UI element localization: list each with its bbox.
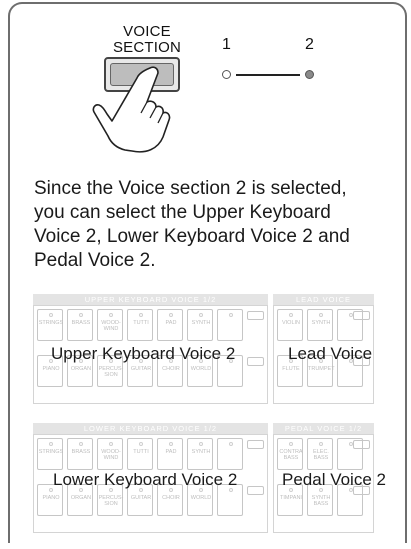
lower-side-button-2[interactable] [247, 486, 264, 495]
lead-top-button-1-led [289, 313, 293, 317]
lower-top-button-1[interactable]: STRINGS [37, 438, 63, 470]
lead-top-button-1[interactable]: VIOLIN [277, 309, 303, 341]
lower-top-button-6[interactable]: SYNTH [187, 438, 213, 470]
upper-top-button-6[interactable]: SYNTH [187, 309, 213, 341]
upper-bottom-button-2-label: ORGAN [70, 366, 92, 372]
upper-top-button-7-led [229, 313, 233, 317]
lower-top-button-6-label: SYNTH [191, 449, 211, 455]
lead-voice-label: Lead Voice [288, 344, 373, 363]
lead-top-button-1-label: VIOLIN [281, 320, 301, 326]
upper-top-button-1-led [49, 313, 53, 317]
lower-top-button-2-led [79, 442, 83, 446]
section-1-led [222, 70, 231, 79]
lower-keyboard-voice-2-label: Lower Keyboard Voice 2 [53, 470, 238, 489]
upper-bottom-button-4-label: GUITAR [130, 366, 152, 372]
led-connector-line [236, 74, 300, 76]
upper-keyboard-voice-2-label: Upper Keyboard Voice 2 [51, 344, 236, 363]
lower-side-button-1[interactable] [247, 440, 264, 449]
lower-top-button-4-label: TUTTI [133, 449, 149, 455]
upper-top-button-6-label: SYNTH [191, 320, 211, 326]
lower-top-button-1-label: STRINGS [38, 449, 64, 455]
lower-bottom-button-3-label: PERCUS-SION [98, 495, 124, 507]
pedal-panel-header: PEDAL VOICE 1/2 [273, 423, 374, 434]
lower-top-button-3[interactable]: WOOD-WIND [97, 438, 123, 470]
upper-bottom-button-1-label: PIANO [42, 366, 60, 372]
lower-bottom-button-5-label: CHOIR [162, 495, 180, 501]
lower-top-button-4[interactable]: TUTTI [127, 438, 153, 470]
voice-section-label-line1: VOICE [123, 23, 171, 40]
lead-top-button-2-led [319, 313, 323, 317]
lower-top-button-6-led [199, 442, 203, 446]
lead-panel-header: LEAD VOICE [273, 294, 374, 305]
pedal-bottom-button-2-label: SYNTH BASS [311, 495, 331, 507]
upper-top-button-4[interactable]: TUTTI [127, 309, 153, 341]
upper-top-button-3-led [109, 313, 113, 317]
lower-bottom-button-2-label: ORGAN [70, 495, 92, 501]
lower-bottom-button-1-label: PIANO [42, 495, 60, 501]
section-2-led [305, 70, 314, 79]
upper-top-button-6-led [199, 313, 203, 317]
lower-top-button-7-led [229, 442, 233, 446]
pedal-top-button-2-label: ELEC. BASS [313, 449, 329, 461]
pedal-side-button-1[interactable] [353, 440, 370, 449]
pedal-voice-2-label: Pedal Voice 2 [282, 470, 386, 489]
upper-bottom-button-6-label: WORLD [190, 366, 212, 372]
lead-bottom-button-1-label: FLUTE [282, 366, 300, 372]
lower-bottom-button-6-label: WORLD [190, 495, 212, 501]
upper-top-button-3[interactable]: WOOD-WIND [97, 309, 123, 341]
upper-side-button-1[interactable] [247, 311, 264, 320]
pointing-hand-icon [92, 66, 171, 153]
upper-top-button-2-label: BRASS [71, 320, 91, 326]
lower-top-button-3-label: WOOD-WIND [101, 449, 121, 461]
pedal-top-button-1[interactable]: CONTRA BASS [277, 438, 303, 470]
pedal-top-button-2[interactable]: ELEC. BASS [307, 438, 333, 470]
lower-top-button-2[interactable]: BRASS [67, 438, 93, 470]
pedal-top-button-1-label: CONTRA BASS [279, 449, 303, 461]
upper-top-button-2-led [79, 313, 83, 317]
lead-bottom-button-2-label: TRUMPET [308, 366, 335, 372]
lead-top-button-2[interactable]: SYNTH [307, 309, 333, 341]
upper-top-button-2[interactable]: BRASS [67, 309, 93, 341]
upper-top-button-5-label: PAD [165, 320, 177, 326]
lower-top-button-5-label: PAD [165, 449, 177, 455]
lower-top-button-1-led [49, 442, 53, 446]
voice-section-label-line2: SECTION [112, 39, 182, 56]
upper-panel-header: UPPER KEYBOARD VOICE 1/2 [33, 294, 268, 305]
upper-top-button-5-led [169, 313, 173, 317]
pedal-bottom-button-1-label: TIMPANI [280, 495, 302, 501]
illustration-stage: VOICE SECTION 1 2 Since the Voice sectio… [0, 0, 411, 549]
caption-text: Since the Voice section 2 is selected, y… [34, 178, 350, 271]
lower-top-button-4-led [139, 442, 143, 446]
lower-top-button-3-led [109, 442, 113, 446]
upper-top-button-1-label: STRINGS [38, 320, 64, 326]
upper-side-button-2[interactable] [247, 357, 264, 366]
upper-top-button-5[interactable]: PAD [157, 309, 183, 341]
lower-top-button-7[interactable] [217, 438, 243, 470]
lower-top-button-2-label: BRASS [71, 449, 91, 455]
lower-panel-header: LOWER KEYBOARD VOICE 1/2 [33, 423, 268, 434]
lead-top-button-2-label: SYNTH [311, 320, 331, 326]
upper-bottom-button-3-label: PERCUS-SION [98, 366, 124, 378]
pedal-top-button-1-led [289, 442, 293, 446]
voice-section-label: VOICE SECTION [94, 24, 200, 56]
lead-side-button-1[interactable] [353, 311, 370, 320]
lower-bottom-button-4-label: GUITAR [130, 495, 152, 501]
section-number-2: 2 [305, 36, 314, 53]
upper-top-button-4-label: TUTTI [133, 320, 149, 326]
upper-top-button-3-label: WOOD-WIND [101, 320, 121, 332]
upper-bottom-button-5-label: CHOIR [162, 366, 180, 372]
upper-top-button-1[interactable]: STRINGS [37, 309, 63, 341]
section-number-1: 1 [222, 36, 231, 53]
upper-top-button-7[interactable] [217, 309, 243, 341]
pedal-top-button-2-led [319, 442, 323, 446]
lower-top-button-5-led [169, 442, 173, 446]
lower-top-button-5[interactable]: PAD [157, 438, 183, 470]
upper-top-button-4-led [139, 313, 143, 317]
